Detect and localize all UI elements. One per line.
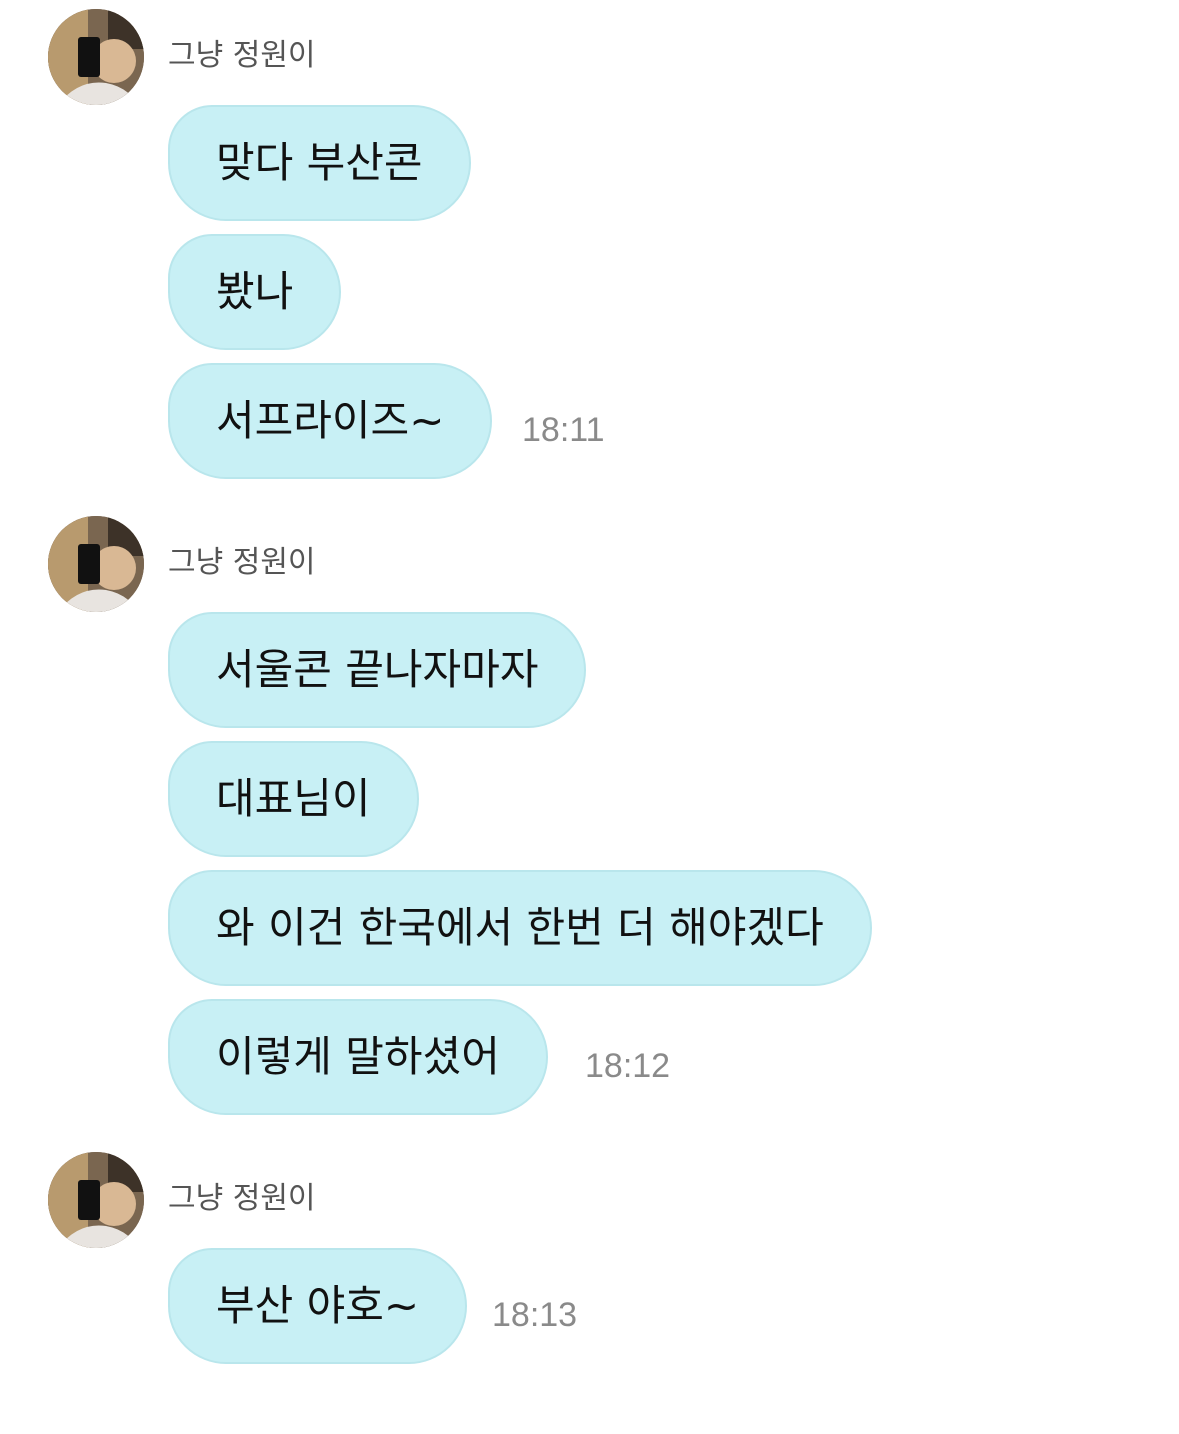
sender-avatar[interactable]	[48, 516, 144, 612]
message-bubble[interactable]: 서프라이즈~	[168, 363, 493, 479]
sender-name: 그냥 정원이	[168, 38, 316, 73]
message-bubble[interactable]: 와 이건 한국에서 한번 더 해야겠다	[168, 870, 872, 986]
message-bubble[interactable]: 대표님이	[168, 741, 419, 857]
profile-photo-icon	[48, 1152, 144, 1248]
sender-avatar[interactable]	[48, 1152, 144, 1248]
profile-photo-icon	[48, 516, 144, 612]
message-bubble[interactable]: 서울콘 끝나자마자	[168, 612, 587, 728]
message-bubble[interactable]: 봤나	[168, 234, 342, 350]
chat-thread[interactable]: 그냥 정원이 맞다 부산콘 봤나 서프라이즈~ 18:11 그냥 정원이 서울콘…	[0, 0, 1179, 1434]
sender-avatar[interactable]	[48, 9, 144, 105]
sender-name: 그냥 정원이	[168, 1181, 316, 1216]
message-bubble[interactable]: 부산 야호~	[168, 1248, 468, 1364]
message-bubble[interactable]: 이렇게 말하셨어	[168, 999, 548, 1115]
message-timestamp: 18:12	[585, 1047, 671, 1085]
message-bubble[interactable]: 맞다 부산콘	[168, 105, 471, 221]
message-timestamp: 18:13	[492, 1296, 578, 1334]
message-timestamp: 18:11	[522, 411, 605, 449]
sender-name: 그냥 정원이	[168, 545, 316, 580]
profile-photo-icon	[48, 9, 144, 105]
